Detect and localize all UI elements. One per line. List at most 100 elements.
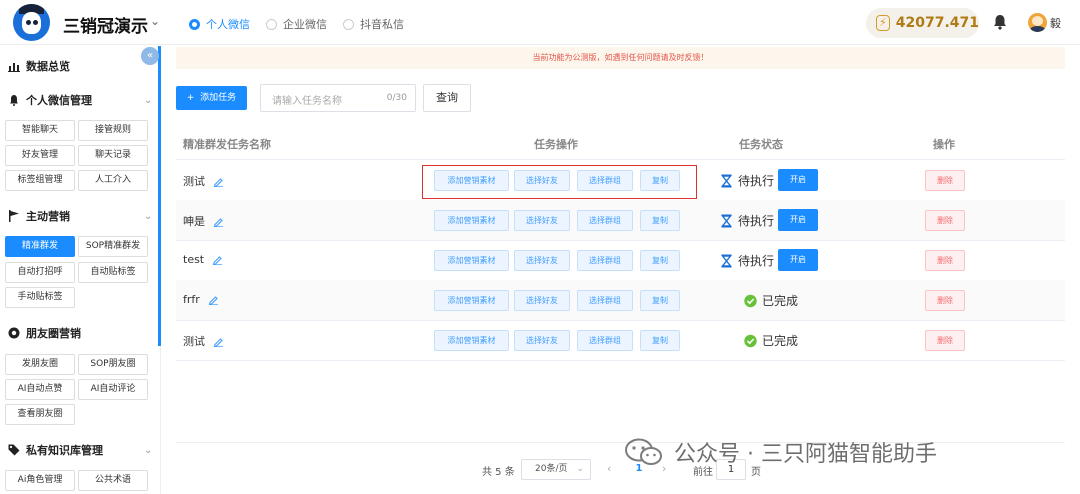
avatar[interactable] bbox=[1028, 13, 1047, 32]
app-logo[interactable] bbox=[13, 4, 50, 41]
status-badge: 待执行 bbox=[720, 172, 774, 189]
delete-button[interactable]: 删除 bbox=[925, 330, 965, 351]
task-search-input[interactable]: 请输入任务名称 0/30 bbox=[260, 84, 416, 112]
sidebar-item-sop-broadcast[interactable]: SOP精准群发 bbox=[78, 236, 148, 257]
copy-button[interactable]: 复制 bbox=[640, 250, 680, 271]
chevron-down-icon[interactable]: ⌄ bbox=[150, 14, 160, 28]
task-name: 测试 bbox=[183, 335, 205, 348]
edit-icon[interactable] bbox=[208, 294, 219, 305]
start-task-button[interactable]: 开启 bbox=[778, 169, 818, 191]
select-friends-button[interactable]: 选择好友 bbox=[514, 210, 570, 231]
sidebar-section-overview[interactable]: 数据总览 bbox=[8, 58, 70, 74]
page-size-select[interactable]: 20条/页 ⌄ bbox=[521, 459, 591, 480]
tab-label: 企业微信 bbox=[283, 18, 327, 31]
add-task-button[interactable]: + 添加任务 bbox=[176, 86, 247, 110]
prev-page-icon[interactable]: ‹ bbox=[607, 462, 611, 475]
sidebar-item-post-moments[interactable]: 发朋友圈 bbox=[5, 354, 75, 375]
task-name-cell: 测试 bbox=[183, 333, 224, 349]
add-material-button[interactable]: 添加营销素材 bbox=[434, 210, 509, 231]
delete-button[interactable]: 删除 bbox=[925, 210, 965, 231]
notice-banner: 当前功能为公测版，如遇到任何问题请及时反馈！ bbox=[176, 47, 1065, 69]
start-task-button[interactable]: 开启 bbox=[778, 209, 818, 231]
task-name-cell: 呻是 bbox=[183, 213, 224, 229]
edit-icon[interactable] bbox=[212, 254, 223, 265]
sidebar-item-ai-auto-comment[interactable]: AI自动评论 bbox=[78, 379, 148, 400]
sidebar-section-moments-marketing[interactable]: 朋友圈营销 bbox=[8, 325, 81, 341]
chevron-down-icon[interactable]: ⌄ bbox=[144, 95, 152, 106]
sidebar-item-friend-management[interactable]: 好友管理 bbox=[5, 145, 75, 166]
hourglass-icon bbox=[721, 214, 732, 227]
sidebar-item-takeover-rules[interactable]: 接管规则 bbox=[78, 120, 148, 141]
status-badge: 待执行 bbox=[720, 252, 774, 269]
section-title: 私有知识库管理 bbox=[26, 444, 103, 457]
sidebar-item-view-moments[interactable]: 查看朋友圈 bbox=[5, 404, 75, 425]
query-button[interactable]: 查询 bbox=[423, 84, 471, 112]
sidebar-item-manual-intervention[interactable]: 人工介入 bbox=[78, 170, 148, 191]
add-material-button[interactable]: 添加营销素材 bbox=[434, 290, 509, 311]
sidebar-item-manual-tag[interactable]: 手动贴标签 bbox=[5, 287, 75, 308]
sidebar-item-tag-groups[interactable]: 标签组管理 bbox=[5, 170, 75, 191]
start-task-button[interactable]: 开启 bbox=[778, 249, 818, 271]
select-friends-button[interactable]: 选择好友 bbox=[514, 330, 570, 351]
bell-icon[interactable] bbox=[993, 14, 1007, 30]
section-title: 数据总览 bbox=[26, 60, 70, 73]
table-divider bbox=[176, 360, 1065, 361]
task-name: test bbox=[183, 253, 205, 266]
edit-icon[interactable] bbox=[213, 336, 224, 347]
sidebar-item-smart-chat[interactable]: 智能聊天 bbox=[5, 120, 75, 141]
sidebar-item-public-terms[interactable]: 公共术语 bbox=[78, 470, 148, 491]
tab-enterprise-wechat[interactable]: 企业微信 bbox=[266, 16, 327, 32]
task-name-cell: 测试 bbox=[183, 173, 224, 189]
table-row: frfr 添加营销素材 选择好友 选择群组 复制 已完成 删除 bbox=[176, 280, 1065, 320]
select-friends-button[interactable]: 选择好友 bbox=[514, 250, 570, 271]
app-title[interactable]: 三销冠演示 bbox=[63, 12, 148, 37]
sidebar-item-precise-broadcast[interactable]: 精准群发 bbox=[5, 236, 75, 257]
radio-icon bbox=[266, 18, 277, 30]
hourglass-icon bbox=[721, 254, 732, 267]
chevron-down-icon: ⌄ bbox=[576, 464, 584, 474]
char-counter: 0/30 bbox=[386, 93, 407, 103]
sidebar-item-auto-greet[interactable]: 自动打招呼 bbox=[5, 262, 75, 283]
chevron-down-icon[interactable]: ⌄ bbox=[144, 445, 152, 456]
status-badge: 已完成 bbox=[744, 332, 798, 349]
copy-button[interactable]: 复制 bbox=[640, 290, 680, 311]
sidebar-item-chat-history[interactable]: 聊天记录 bbox=[78, 145, 148, 166]
edit-icon[interactable] bbox=[213, 216, 224, 227]
balance-amount: 42077.471 bbox=[895, 15, 979, 31]
select-groups-button[interactable]: 选择群组 bbox=[577, 290, 633, 311]
add-material-button[interactable]: 添加营销素材 bbox=[434, 330, 509, 351]
status-text: 已完成 bbox=[762, 334, 799, 348]
balance-badge[interactable]: ⚡ 42077.471 bbox=[866, 8, 979, 38]
sidebar-item-auto-tag[interactable]: 自动贴标签 bbox=[78, 262, 148, 283]
delete-button[interactable]: 删除 bbox=[925, 290, 965, 311]
tag-icon bbox=[8, 444, 20, 456]
select-groups-button[interactable]: 选择群组 bbox=[577, 250, 633, 271]
status-badge: 已完成 bbox=[744, 292, 798, 309]
delete-button[interactable]: 删除 bbox=[925, 250, 965, 271]
tab-personal-wechat[interactable]: 个人微信 bbox=[189, 16, 250, 32]
delete-button[interactable]: 删除 bbox=[925, 170, 965, 191]
tab-douyin-dm[interactable]: 抖音私信 bbox=[343, 16, 404, 32]
total-count: 共 5 条 bbox=[482, 467, 515, 478]
add-material-button[interactable]: 添加营销素材 bbox=[434, 250, 509, 271]
sidebar-item-sop-moments[interactable]: SOP朋友圈 bbox=[78, 354, 148, 375]
copy-button[interactable]: 复制 bbox=[640, 330, 680, 351]
table-row: 测试 添加营销素材 选择好友 选择群组 复制 已完成 删除 bbox=[176, 320, 1065, 360]
edit-icon[interactable] bbox=[213, 176, 224, 187]
sidebar-section-knowledge-base[interactable]: 私有知识库管理 ⌄ bbox=[8, 442, 152, 458]
sidebar-item-ai-auto-like[interactable]: AI自动点赞 bbox=[5, 379, 75, 400]
highlight-box bbox=[422, 165, 697, 199]
select-friends-button[interactable]: 选择好友 bbox=[514, 290, 570, 311]
copy-button[interactable]: 复制 bbox=[640, 210, 680, 231]
collapse-sidebar-button[interactable]: « bbox=[141, 47, 159, 65]
chevron-down-icon[interactable]: ⌄ bbox=[144, 211, 152, 222]
sidebar-section-active-marketing[interactable]: 主动营销 ⌄ bbox=[8, 208, 152, 224]
user-name[interactable]: 毅 bbox=[1050, 15, 1061, 31]
sidebar-item-ai-roles[interactable]: Ai角色管理 bbox=[5, 470, 75, 491]
tab-label: 个人微信 bbox=[206, 18, 250, 31]
sidebar-scrollbar[interactable] bbox=[158, 46, 161, 346]
select-groups-button[interactable]: 选择群组 bbox=[577, 330, 633, 351]
select-groups-button[interactable]: 选择群组 bbox=[577, 210, 633, 231]
sidebar-section-personal-wechat[interactable]: 个人微信管理 ⌄ bbox=[8, 92, 152, 108]
check-circle-icon bbox=[744, 334, 757, 347]
